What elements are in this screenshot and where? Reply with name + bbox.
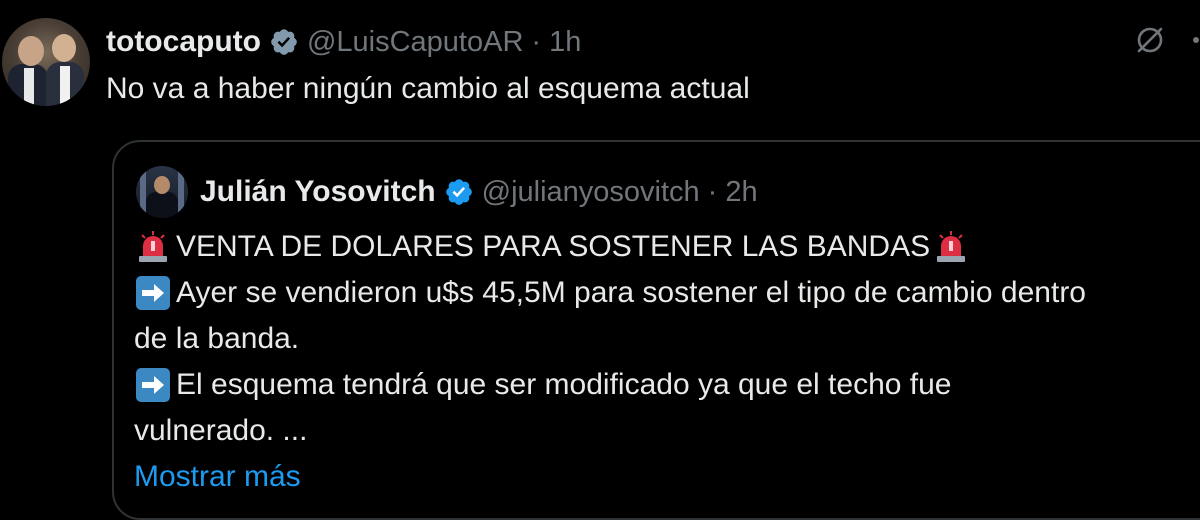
quoted-line: Ayer se vendieron u$s 45,5M para sostene…: [134, 270, 1200, 316]
quoted-line-text: VENTA DE DOLARES PARA SOSTENER LAS BANDA…: [176, 230, 931, 263]
quoted-line: VENTA DE DOLARES PARA SOSTENER LAS BANDA…: [134, 224, 1200, 270]
quoted-line: El esquema tendrá que ser modificado ya …: [134, 362, 1200, 408]
quoted-author-name: Julián Yosovitch: [200, 175, 436, 208]
right-arrow-emoji: [134, 274, 172, 312]
quoted-author-avatar: [136, 166, 188, 218]
siren-emoji: [932, 228, 970, 266]
quoted-tweet-header: Julián Yosovitch @julianyosovitch · 2h: [200, 172, 758, 212]
verified-badge-icon[interactable]: [269, 27, 299, 57]
quoted-line: de la banda.: [134, 316, 1200, 362]
right-arrow-emoji: [134, 366, 172, 404]
show-more-link[interactable]: Mostrar más: [134, 454, 301, 500]
tweet-header: totocaputo @LuisCaputoAR · 1h: [106, 22, 581, 62]
separator-dot: ·: [707, 175, 718, 208]
quoted-line: Mostrar más: [134, 454, 1200, 500]
quoted-line-text: Ayer se vendieron u$s 45,5M para sostene…: [176, 276, 1086, 309]
quoted-tweet-text: VENTA DE DOLARES PARA SOSTENER LAS BANDA…: [134, 224, 1200, 500]
tweet-timestamp[interactable]: 1h: [549, 26, 581, 59]
siren-emoji: [134, 228, 172, 266]
author-name[interactable]: totocaputo: [106, 25, 261, 59]
separator-dot: ·: [531, 25, 542, 58]
quoted-tweet-card[interactable]: Julián Yosovitch @julianyosovitch · 2h V…: [112, 140, 1200, 520]
quoted-line: vulnerado. ...: [134, 408, 1200, 454]
more-icon[interactable]: [1182, 22, 1200, 58]
tweet-text: No va a haber ningún cambio al esquema a…: [106, 72, 750, 105]
grok-icon[interactable]: [1132, 22, 1168, 58]
author-handle[interactable]: @LuisCaputoAR: [307, 26, 523, 59]
quoted-author-handle: @julianyosovitch: [481, 175, 700, 208]
quoted-line-text: de la banda.: [134, 322, 300, 355]
verified-badge-icon: [444, 177, 474, 207]
quoted-line-text: vulnerado. ...: [134, 414, 308, 447]
quoted-tweet-timestamp: 2h: [725, 175, 758, 208]
author-avatar[interactable]: [2, 18, 90, 106]
quoted-line-text: El esquema tendrá que ser modificado ya …: [176, 368, 952, 401]
